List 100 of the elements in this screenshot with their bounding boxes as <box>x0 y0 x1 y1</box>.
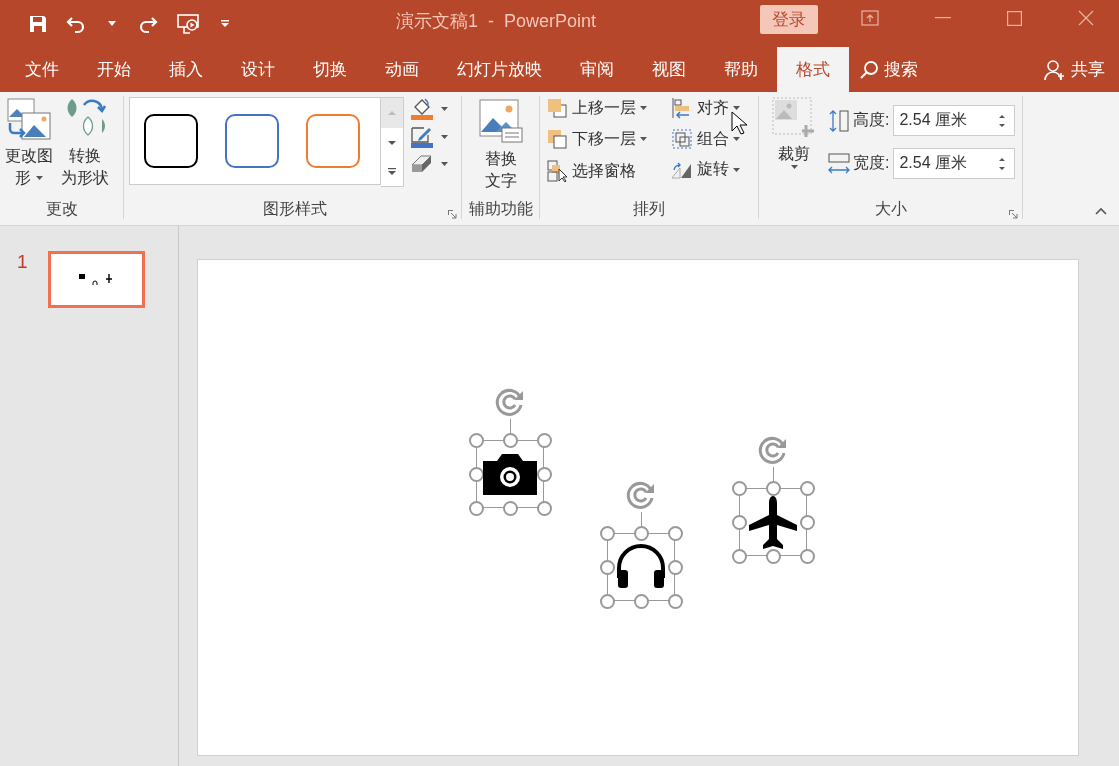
customize-menu-icon[interactable] <box>220 19 230 28</box>
resize-handle[interactable] <box>668 594 683 609</box>
arrange-button[interactable]: 选择窗格 <box>546 159 671 183</box>
dialog-launcher-icon[interactable] <box>448 210 457 219</box>
group-icon <box>671 128 693 150</box>
size-spinner-field[interactable]: 2.54 厘米 <box>893 105 1016 136</box>
search-icon <box>859 59 879 80</box>
caret-icon <box>790 165 798 169</box>
resize-handle[interactable] <box>469 501 484 516</box>
group-label: 排列 <box>632 199 666 219</box>
dialog-launcher-icon[interactable] <box>1009 210 1018 219</box>
bring-forward-icon <box>546 97 568 119</box>
ribbon-tab[interactable]: 帮助 <box>705 47 777 92</box>
resize-handle[interactable] <box>668 526 683 541</box>
ribbon-tab[interactable]: 审阅 <box>561 47 633 92</box>
window-title: 演示文稿1 - PowerPoint <box>396 10 597 33</box>
resize-handle[interactable] <box>732 481 747 496</box>
caret-icon <box>36 176 43 180</box>
resize-handle[interactable] <box>800 481 815 496</box>
caret-icon <box>640 106 647 110</box>
group-label: 图形样式 <box>262 199 328 219</box>
spin-arrows-icon <box>998 113 1007 128</box>
width-icon <box>827 151 851 176</box>
resize-handle[interactable] <box>800 515 815 530</box>
caret-icon[interactable] <box>108 20 116 27</box>
size-spinner-field[interactable]: 2.54 厘米 <box>893 148 1016 179</box>
resize-handle[interactable] <box>766 549 781 564</box>
presentation-icon[interactable] <box>176 12 202 35</box>
ribbon-tab[interactable]: 插入 <box>150 47 222 92</box>
arrange-button[interactable]: 对齐 <box>671 97 761 119</box>
camera-icon <box>481 451 539 497</box>
outline-pen-icon[interactable] <box>409 125 435 149</box>
resize-handle[interactable] <box>503 433 518 448</box>
height-icon <box>827 108 851 133</box>
caret-icon <box>733 167 740 172</box>
resize-handle[interactable] <box>600 560 615 575</box>
slide-number: 1 <box>17 251 28 274</box>
send-backward-icon <box>546 128 568 150</box>
group-label: 大小 <box>873 199 908 219</box>
caret-icon[interactable] <box>441 107 448 111</box>
spin-arrows-icon <box>998 156 1007 171</box>
caret-icon <box>733 137 740 141</box>
arrange-button[interactable]: 上移一层 <box>546 97 671 119</box>
arrange-button[interactable]: 下移一层 <box>546 128 671 150</box>
fill-bucket-icon[interactable] <box>409 97 435 121</box>
ribbon-tab[interactable]: 设计 <box>222 47 294 92</box>
resize-handle[interactable] <box>800 549 815 564</box>
mouse-pointer-icon <box>731 111 747 135</box>
change-shape-button[interactable]: 更改图 形 <box>2 97 56 189</box>
arrange-button[interactable]: 组合 <box>671 128 761 150</box>
ribbon-display-icon[interactable] <box>861 10 879 26</box>
collapse-ribbon-icon[interactable] <box>1095 207 1107 215</box>
slide-preview-drawing <box>79 273 114 286</box>
resize-handle[interactable] <box>634 526 649 541</box>
minimize-icon[interactable] <box>935 17 951 19</box>
save-icon[interactable] <box>28 13 48 34</box>
ribbon-tab[interactable]: 幻灯片放映 <box>438 47 561 92</box>
crop-button[interactable]: 裁剪 <box>769 97 819 169</box>
resize-handle[interactable] <box>503 501 518 516</box>
caret-icon <box>640 137 647 141</box>
size-label: 高度: <box>853 110 890 130</box>
group-label: 更改 <box>44 199 79 219</box>
ribbon-tab[interactable]: 切换 <box>294 47 366 92</box>
maximize-icon[interactable] <box>1007 10 1022 26</box>
resize-handle[interactable] <box>668 560 683 575</box>
shape-style-swatch[interactable] <box>306 114 360 168</box>
ribbon-tab[interactable]: 开始 <box>78 47 150 92</box>
slide-thumbnail[interactable] <box>47 251 145 308</box>
arrange-button[interactable]: 旋转 <box>671 159 761 180</box>
ribbon-tab[interactable]: 视图 <box>633 47 705 92</box>
caret-icon[interactable] <box>441 162 448 166</box>
close-icon[interactable] <box>1078 10 1094 26</box>
ribbon-tab[interactable]: 动画 <box>366 47 438 92</box>
convert-to-shape-button[interactable]: 转换 为形状 <box>58 97 112 189</box>
shape-style-swatch[interactable] <box>144 114 198 168</box>
selection-pane-icon <box>546 159 568 183</box>
headphones-icon <box>614 544 668 590</box>
airplane-icon <box>748 495 798 549</box>
alt-text-button[interactable]: 替换 文字 <box>474 98 527 192</box>
ribbon-tab[interactable]: 文件 <box>6 47 78 92</box>
resize-handle[interactable] <box>537 467 552 482</box>
resize-handle[interactable] <box>732 549 747 564</box>
login-button[interactable]: 登录 <box>760 5 818 34</box>
resize-handle[interactable] <box>634 594 649 609</box>
resize-handle[interactable] <box>537 501 552 516</box>
size-label: 宽度: <box>853 153 890 173</box>
crop-picture-icon <box>772 97 816 139</box>
ribbon-tab[interactable]: 格式 <box>777 47 849 92</box>
resize-handle[interactable] <box>732 515 747 530</box>
resize-handle[interactable] <box>766 481 781 496</box>
person-add-icon <box>1044 58 1066 81</box>
resize-handle[interactable] <box>600 526 615 541</box>
shape-style-swatch[interactable] <box>225 114 279 168</box>
resize-handle[interactable] <box>537 433 552 448</box>
search-button[interactable]: 搜索 <box>849 47 937 92</box>
share-button[interactable]: 共享 <box>1025 47 1119 92</box>
resize-handle[interactable] <box>600 594 615 609</box>
change-shape-icon <box>6 97 52 141</box>
caret-icon[interactable] <box>441 135 448 139</box>
resize-handle[interactable] <box>469 433 484 448</box>
